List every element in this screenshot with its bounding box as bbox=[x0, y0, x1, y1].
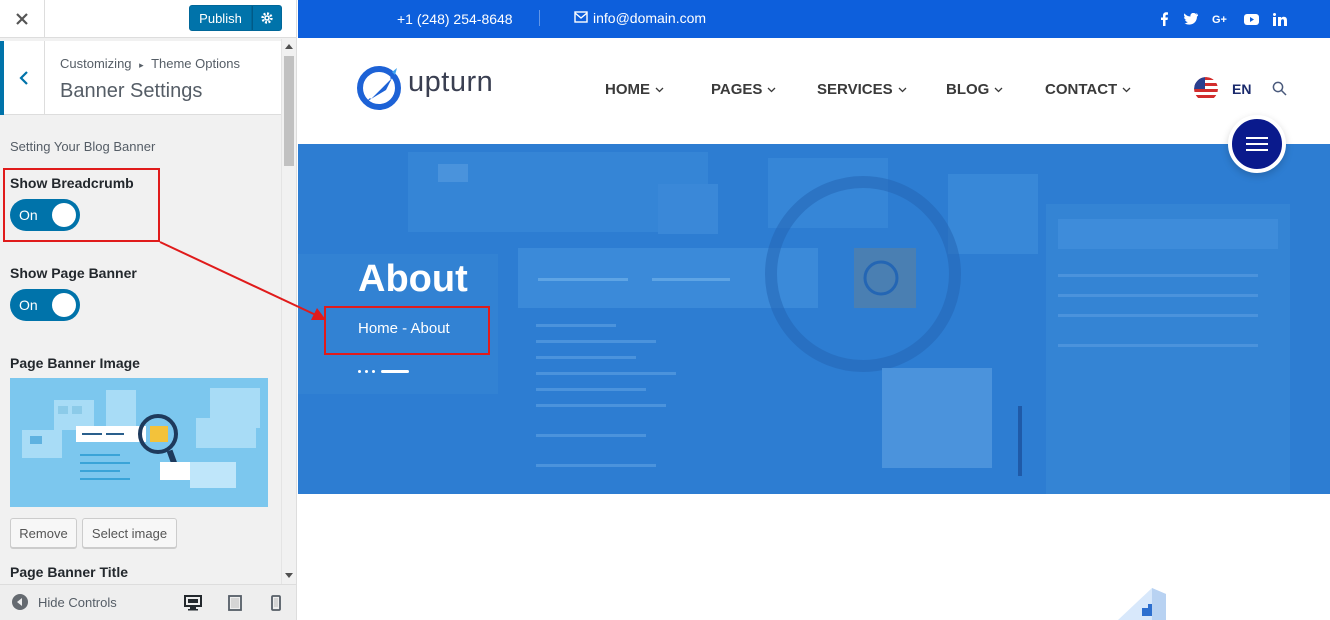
back-button[interactable] bbox=[0, 41, 45, 115]
nav-label: PAGES bbox=[711, 81, 763, 98]
nav-item-services[interactable]: SERVICES bbox=[817, 81, 907, 98]
google-plus-icon[interactable]: G+ bbox=[1210, 9, 1230, 29]
chevron-down-icon bbox=[1122, 87, 1131, 92]
mail-icon bbox=[574, 11, 588, 23]
language-switcher[interactable]: EN bbox=[1232, 81, 1251, 97]
us-flag-icon[interactable] bbox=[1194, 77, 1218, 101]
scrollbar-thumb[interactable] bbox=[284, 56, 294, 166]
topbar-phone[interactable]: +1 (248) 254-8648 bbox=[397, 11, 513, 27]
nav-item-home[interactable]: HOME bbox=[605, 81, 664, 98]
chevron-left-icon bbox=[19, 71, 28, 85]
remove-image-button[interactable]: Remove bbox=[10, 518, 77, 548]
nav-label: SERVICES bbox=[817, 81, 893, 98]
mobile-preview-button[interactable] bbox=[266, 593, 286, 613]
page-banner-title-label: Page Banner Title bbox=[10, 564, 129, 580]
search-icon[interactable] bbox=[1272, 81, 1287, 96]
section-description: Setting Your Blog Banner bbox=[10, 139, 156, 154]
close-customizer-button[interactable] bbox=[0, 0, 45, 38]
nav-item-pages[interactable]: PAGES bbox=[711, 81, 776, 98]
gear-icon bbox=[261, 12, 273, 24]
select-image-button[interactable]: Select image bbox=[82, 518, 177, 548]
customizer-header: Publish bbox=[0, 0, 296, 38]
desktop-icon bbox=[184, 595, 202, 611]
site-topbar: +1 (248) 254-8648 info@domain.com G+ bbox=[298, 0, 1330, 38]
hide-controls-button[interactable]: Hide Controls bbox=[12, 594, 117, 610]
menu-toggle-button[interactable] bbox=[1228, 115, 1286, 173]
site-header: upturn HOME PAGES SERVICES BLOG CONTACT bbox=[298, 38, 1330, 144]
nav-item-contact[interactable]: CONTACT bbox=[1045, 81, 1131, 98]
topbar-divider bbox=[539, 10, 540, 26]
hamburger-icon bbox=[1246, 137, 1268, 151]
upturn-logo-icon[interactable] bbox=[356, 64, 402, 110]
facebook-icon[interactable] bbox=[1154, 9, 1174, 29]
decorative-3d-box-icon bbox=[1118, 588, 1166, 620]
youtube-icon[interactable] bbox=[1241, 9, 1261, 29]
chevron-down-icon bbox=[898, 87, 907, 92]
scroll-down-arrow-icon[interactable] bbox=[285, 573, 293, 578]
tablet-preview-button[interactable] bbox=[225, 593, 245, 613]
page-banner-image-label: Page Banner Image bbox=[10, 355, 140, 371]
close-icon bbox=[16, 13, 28, 25]
publish-button[interactable]: Publish bbox=[189, 5, 252, 31]
chevron-down-icon bbox=[655, 87, 664, 92]
hide-controls-label: Hide Controls bbox=[38, 594, 117, 610]
toggle-knob bbox=[52, 293, 76, 317]
toggle-state-text: On bbox=[19, 297, 38, 313]
banner-image-preview[interactable] bbox=[10, 378, 268, 507]
site-logo-text[interactable]: upturn bbox=[408, 66, 493, 99]
breadcrumb: Customizing ▸ Theme Options bbox=[60, 56, 240, 71]
desktop-preview-button[interactable] bbox=[183, 593, 203, 613]
annotation-box-show-breadcrumb bbox=[3, 168, 160, 242]
show-page-banner-label: Show Page Banner bbox=[10, 265, 137, 281]
section-title: Banner Settings bbox=[60, 80, 203, 102]
banner-divider-dots bbox=[358, 370, 409, 373]
scroll-up-arrow-icon[interactable] bbox=[285, 44, 293, 49]
section-header: Customizing ▸ Theme Options Banner Setti… bbox=[0, 41, 281, 115]
show-page-banner-toggle[interactable]: On bbox=[10, 289, 80, 321]
breadcrumb-child: Theme Options bbox=[151, 56, 240, 71]
mobile-icon bbox=[271, 595, 281, 611]
nav-item-blog[interactable]: BLOG bbox=[946, 81, 1003, 98]
breadcrumb-parent: Customizing bbox=[60, 56, 132, 71]
customizer-sidebar: Publish Customizing ▸ Theme Options Bann… bbox=[0, 0, 297, 620]
annotation-box-banner-breadcrumb bbox=[324, 306, 490, 355]
chevron-down-icon bbox=[767, 87, 776, 92]
svg-text:G+: G+ bbox=[1212, 14, 1227, 25]
twitter-icon[interactable] bbox=[1181, 9, 1201, 29]
customizer-panel: Customizing ▸ Theme Options Banner Setti… bbox=[0, 39, 296, 584]
nav-label: HOME bbox=[605, 81, 650, 98]
collapse-left-icon bbox=[12, 594, 28, 610]
topbar-email[interactable]: info@domain.com bbox=[593, 10, 706, 26]
tablet-icon bbox=[228, 595, 242, 611]
nav-label: CONTACT bbox=[1045, 81, 1118, 98]
chevron-down-icon bbox=[994, 87, 1003, 92]
customizer-footer: Hide Controls bbox=[0, 584, 296, 620]
publish-settings-button[interactable] bbox=[252, 5, 282, 31]
breadcrumb-separator: ▸ bbox=[139, 60, 144, 70]
nav-label: BLOG bbox=[946, 81, 990, 98]
linkedin-icon[interactable] bbox=[1270, 9, 1290, 29]
banner-title: About bbox=[358, 258, 468, 300]
